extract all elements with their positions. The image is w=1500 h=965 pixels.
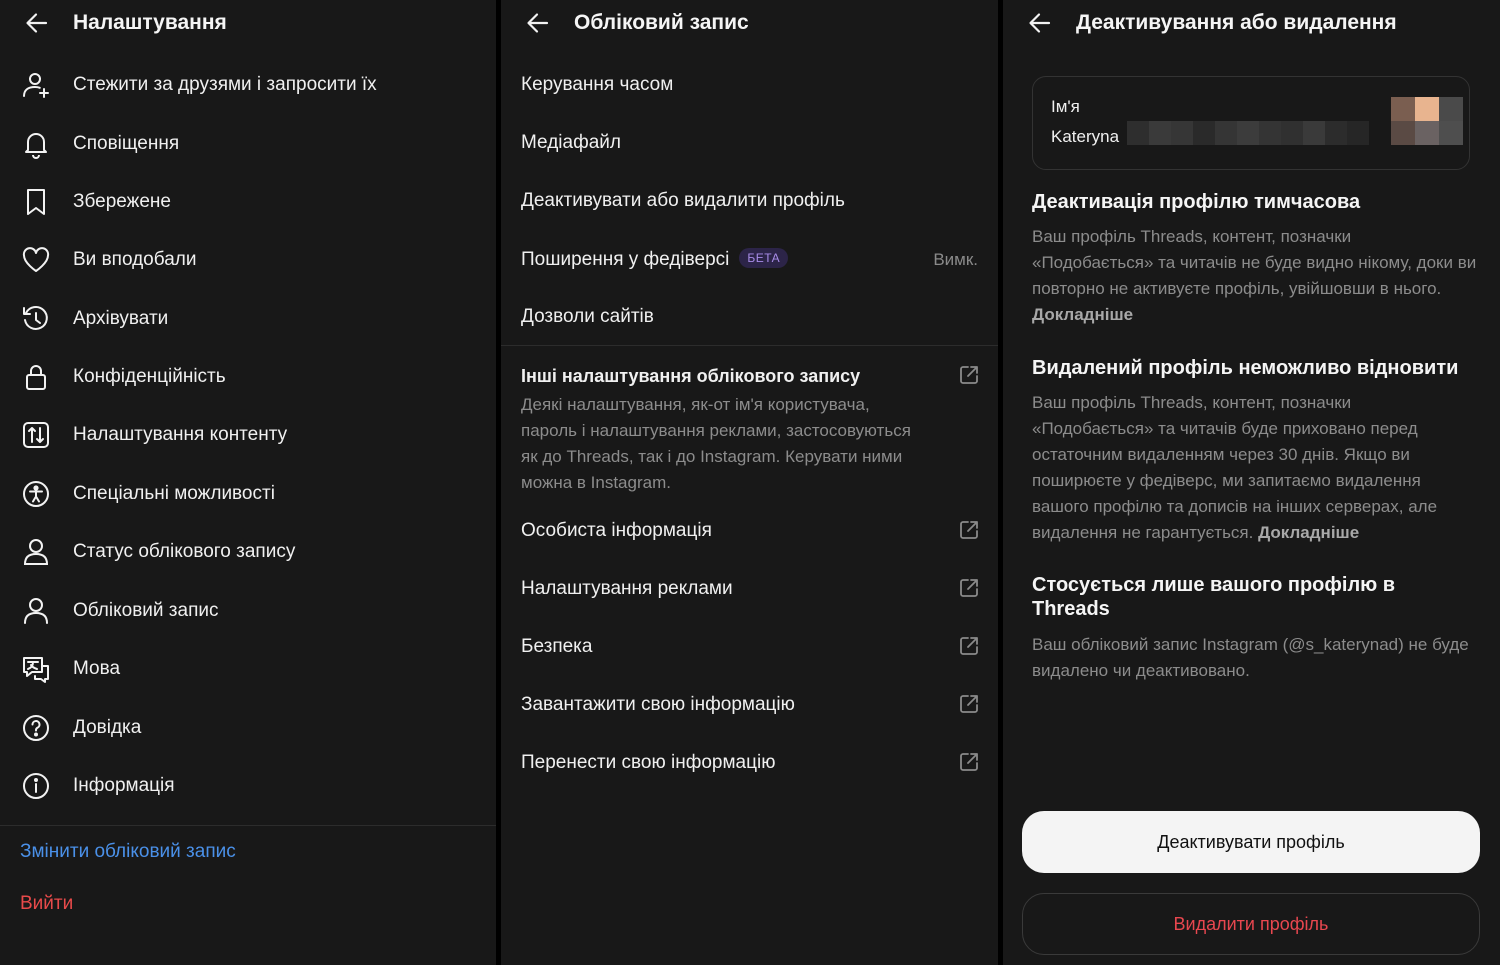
deactivate-header: Деактивування або видалення bbox=[1003, 0, 1500, 46]
account-item-download-info[interactable]: Завантажити свою інформацію bbox=[521, 694, 980, 716]
fediverse-label: Поширення у федіверсі bbox=[521, 249, 730, 270]
page-title: Налаштування bbox=[73, 11, 227, 34]
logout-link[interactable]: Вийти bbox=[20, 893, 73, 915]
learn-more-link[interactable]: Докладніше bbox=[1258, 523, 1359, 542]
external-link-icon[interactable] bbox=[958, 635, 980, 657]
account-item-deactivate-delete[interactable]: Деактивувати або видалити профіль bbox=[521, 190, 980, 212]
external-link-icon[interactable] bbox=[958, 751, 980, 773]
heart-icon bbox=[21, 245, 51, 275]
account-status-icon bbox=[21, 537, 51, 567]
settings-item-label: Стежити за друзями і запросити їх bbox=[73, 74, 377, 95]
switch-account-link[interactable]: Змінити обліковий запис bbox=[20, 841, 236, 863]
name-label: Ім'я bbox=[1051, 97, 1080, 116]
section-title-permanent: Видалений профіль неможливо відновити bbox=[1032, 357, 1459, 379]
settings-item-label: Збережене bbox=[73, 191, 171, 212]
section-text-threads-only: Ваш обліковий запис Instagram (@s_katery… bbox=[1032, 635, 1469, 680]
language-icon bbox=[21, 654, 51, 684]
settings-item-archive[interactable]: Архівувати bbox=[0, 290, 496, 348]
account-item-security[interactable]: Безпека bbox=[521, 636, 980, 658]
deactivate-profile-button[interactable]: Деактивувати профіль bbox=[1022, 811, 1480, 873]
other-settings-description: Деякі налаштування, як-от ім'я користува… bbox=[521, 395, 911, 492]
settings-item-label: Сповіщення bbox=[73, 133, 180, 154]
settings-item-label: Ви вподобали bbox=[73, 249, 197, 270]
settings-item-content[interactable]: Налаштування контенту bbox=[0, 406, 496, 464]
help-icon bbox=[21, 713, 51, 743]
lock-icon bbox=[21, 362, 51, 392]
back-arrow-icon[interactable] bbox=[525, 10, 551, 36]
external-link-icon[interactable] bbox=[958, 364, 980, 386]
back-arrow-icon[interactable] bbox=[24, 10, 50, 36]
content-settings-icon bbox=[21, 420, 51, 450]
section-text-permanent: Ваш профіль Threads, контент, позначки «… bbox=[1032, 393, 1438, 542]
account-panel: Обліковий запис Керування часом Медіафай… bbox=[501, 0, 998, 965]
beta-badge: БЕТА bbox=[739, 248, 789, 268]
deactivate-panel: Деактивування або видалення Ім'я Kateryn… bbox=[1003, 0, 1500, 965]
settings-item-saved[interactable]: Збережене bbox=[0, 173, 496, 231]
settings-item-label: Інформація bbox=[73, 775, 175, 796]
accessibility-icon bbox=[21, 479, 51, 509]
account-icon bbox=[21, 596, 51, 626]
add-person-icon bbox=[21, 70, 51, 100]
settings-item-language[interactable]: Мова bbox=[0, 640, 496, 698]
settings-panel: Налаштування Стежити за друзями і запрос… bbox=[0, 0, 496, 965]
settings-item-label: Мова bbox=[73, 658, 121, 679]
settings-item-help[interactable]: Довідка bbox=[0, 699, 496, 757]
bookmark-icon bbox=[21, 187, 51, 217]
settings-item-label: Налаштування контенту bbox=[73, 424, 288, 445]
account-item-fediverse[interactable]: Поширення у федіверсі БЕТА bbox=[521, 248, 980, 271]
avatar bbox=[1391, 97, 1463, 145]
account-item-site-permissions[interactable]: Дозволи сайтів bbox=[521, 306, 980, 328]
settings-item-account-status[interactable]: Статус облікового запису bbox=[0, 523, 496, 581]
settings-item-accessibility[interactable]: Спеціальні можливості bbox=[0, 465, 496, 523]
settings-item-label: Довідка bbox=[73, 717, 142, 738]
settings-item-label: Спеціальні можливості bbox=[73, 483, 275, 504]
settings-item-info[interactable]: Інформація bbox=[0, 757, 496, 815]
settings-item-label: Статус облікового запису bbox=[73, 541, 296, 562]
back-arrow-icon[interactable] bbox=[1027, 10, 1053, 36]
settings-item-privacy[interactable]: Конфіденційність bbox=[0, 348, 496, 406]
account-item-personal-info[interactable]: Особиста інформація bbox=[521, 520, 980, 542]
section-title-threads-only: Стосується лише вашого профілю в Threads bbox=[1032, 574, 1396, 620]
settings-item-label: Архівувати bbox=[73, 308, 169, 329]
settings-item-notifications[interactable]: Сповіщення bbox=[0, 115, 496, 173]
account-item-transfer-info[interactable]: Перенести свою інформацію bbox=[521, 752, 980, 774]
page-title: Деактивування або видалення bbox=[1076, 11, 1397, 34]
learn-more-link[interactable]: Докладніше bbox=[1032, 305, 1133, 324]
section-title-temporary: Деактивація профілю тимчасова bbox=[1032, 191, 1361, 213]
fediverse-status-value: Вимк. bbox=[933, 250, 978, 269]
profile-card: Ім'я Kateryna bbox=[1032, 76, 1470, 170]
divider bbox=[0, 825, 496, 826]
page-title: Обліковий запис bbox=[574, 11, 749, 34]
section-text-temporary: Ваш профіль Threads, контент, позначки «… bbox=[1032, 227, 1477, 324]
account-item-media[interactable]: Медіафайл bbox=[521, 132, 980, 154]
external-link-icon[interactable] bbox=[958, 693, 980, 715]
account-header: Обліковий запис bbox=[501, 0, 998, 46]
divider bbox=[501, 345, 998, 346]
archive-history-icon bbox=[21, 304, 51, 334]
settings-header: Налаштування bbox=[0, 0, 496, 46]
info-icon bbox=[21, 771, 51, 801]
settings-item-label: Обліковий запис bbox=[73, 600, 219, 621]
profile-name: Kateryna bbox=[1051, 127, 1120, 146]
settings-item-liked[interactable]: Ви вподобали bbox=[0, 231, 496, 289]
bell-icon bbox=[21, 129, 51, 159]
external-link-icon[interactable] bbox=[958, 519, 980, 541]
settings-item-label: Конфіденційність bbox=[73, 366, 226, 387]
delete-profile-button[interactable]: Видалити профіль bbox=[1022, 893, 1480, 955]
other-settings-title[interactable]: Інші налаштування облікового запису bbox=[521, 366, 980, 387]
settings-item-account[interactable]: Обліковий запис bbox=[0, 582, 496, 640]
account-item-time-management[interactable]: Керування часом bbox=[521, 74, 980, 96]
account-item-ad-settings[interactable]: Налаштування реклами bbox=[521, 578, 980, 600]
external-link-icon[interactable] bbox=[958, 577, 980, 599]
settings-item-follow-invite[interactable]: Стежити за друзями і запросити їх bbox=[0, 56, 496, 114]
